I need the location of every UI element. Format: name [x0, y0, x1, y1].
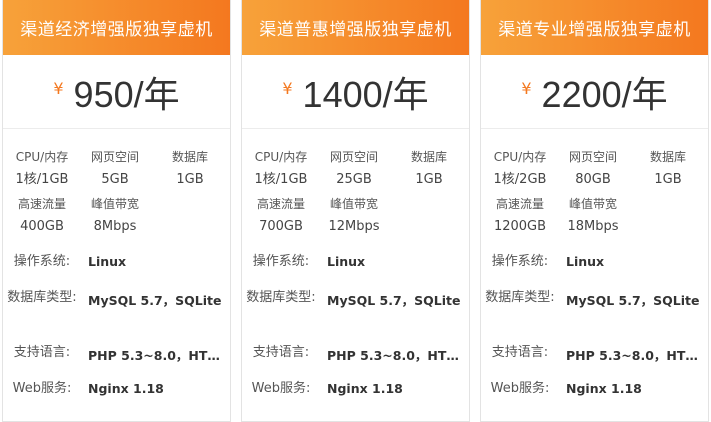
- spec-traffic: 高速流量 700GB: [246, 196, 316, 237]
- spec-label: 高速流量: [17, 197, 66, 211]
- spec-value: 1核/1GB: [15, 172, 69, 187]
- spec-traffic: 高速流量 1200GB: [485, 196, 555, 237]
- currency-symbol: ¥: [521, 79, 532, 98]
- row-value: PHP 5.3~8.0，HTM…: [88, 348, 228, 363]
- row-value: PHP 5.3~8.0，HTM…: [566, 348, 706, 363]
- plan-card-economy[interactable]: 渠道经济增强版独享虚机 ¥ 950/年 CPU/内存 1核/1GB 网页空间 5…: [2, 0, 231, 422]
- spec-bandwidth: 峰值带宽 12Mbps: [319, 196, 389, 237]
- price-box: ¥ 950/年: [3, 55, 230, 129]
- row-label: 数据库类型:: [7, 290, 77, 305]
- plan-card-standard[interactable]: 渠道普惠增强版独享虚机 ¥ 1400/年 CPU/内存 1核/1GB 网页空间 …: [241, 0, 470, 422]
- row-label: 支持语言:: [252, 345, 310, 360]
- spec-bandwidth: 峰值带宽 8Mbps: [80, 196, 150, 237]
- spec-grid: CPU/内存 1核/1GB 网页空间 25GB 数据库 1GB 高速流量 700…: [242, 129, 469, 237]
- spec-value: 5GB: [101, 172, 129, 187]
- price-value: 950/年: [73, 73, 180, 115]
- spec-label: 峰值带宽: [90, 197, 139, 211]
- row-label: 操作系统:: [13, 254, 71, 269]
- spec-value: 8Mbps: [93, 219, 137, 234]
- spec-label: 网页空间: [329, 150, 378, 164]
- spec-value: 1核/2GB: [493, 172, 547, 187]
- spec-web-space: 网页空间 25GB: [319, 149, 389, 190]
- spec-database: 数据库 1GB: [155, 149, 225, 190]
- spec-grid: CPU/内存 1核/2GB 网页空间 80GB 数据库 1GB 高速流量 120…: [481, 129, 708, 237]
- spec-label: 数据库: [410, 150, 447, 164]
- spec-value: 80GB: [575, 172, 611, 187]
- spec-label: 网页空间: [568, 150, 617, 164]
- spec-web-space: 网页空间 5GB: [80, 149, 150, 190]
- spec-label: 峰值带宽: [329, 197, 378, 211]
- row-label: Web服务:: [490, 381, 550, 396]
- spec-label: 高速流量: [495, 197, 544, 211]
- currency-symbol: ¥: [282, 79, 293, 98]
- row-label: 数据库类型:: [246, 290, 316, 305]
- price-box: ¥ 1400/年: [242, 55, 469, 129]
- row-value: Linux: [327, 254, 366, 269]
- spec-label: 高速流量: [256, 197, 305, 211]
- spec-database: 数据库 1GB: [633, 149, 703, 190]
- spec-value: 700GB: [259, 219, 303, 234]
- spec-label: CPU/内存: [15, 150, 69, 164]
- spec-traffic: 高速流量 400GB: [7, 196, 77, 237]
- row-label: 操作系统:: [252, 254, 310, 269]
- row-label: 数据库类型:: [485, 290, 555, 305]
- row-value: Linux: [88, 254, 127, 269]
- spec-value: 1GB: [415, 172, 443, 187]
- spec-label: CPU/内存: [254, 150, 308, 164]
- spec-value: 1200GB: [493, 219, 547, 234]
- row-label: 支持语言:: [491, 345, 549, 360]
- spec-cpu: CPU/内存 1核/1GB: [246, 149, 316, 190]
- row-value: Nginx 1.18: [566, 381, 642, 396]
- spec-database: 数据库 1GB: [394, 149, 464, 190]
- row-value: Linux: [566, 254, 605, 269]
- spec-label: CPU/内存: [493, 150, 547, 164]
- spec-cpu: CPU/内存 1核/2GB: [485, 149, 555, 190]
- price-box: ¥ 2200/年: [481, 55, 708, 129]
- row-label: 支持语言:: [13, 345, 71, 360]
- row-value: Nginx 1.18: [88, 381, 164, 396]
- price-value: 2200/年: [541, 73, 668, 115]
- spec-label: 数据库: [171, 150, 208, 164]
- plan-title: 渠道专业增强版独享虚机: [481, 0, 708, 55]
- row-value: MySQL 5.7，SQLite: [566, 293, 700, 308]
- row-value: PHP 5.3~8.0，HTM…: [327, 348, 467, 363]
- spec-value: 12Mbps: [328, 219, 380, 234]
- spec-value: 1核/1GB: [254, 172, 308, 187]
- row-label: Web服务:: [251, 381, 311, 396]
- price-value: 1400/年: [302, 73, 429, 115]
- spec-value: 25GB: [336, 172, 372, 187]
- row-label: Web服务:: [12, 381, 72, 396]
- row-value: Nginx 1.18: [327, 381, 403, 396]
- row-value: MySQL 5.7，SQLite: [88, 293, 222, 308]
- spec-label: 网页空间: [90, 150, 139, 164]
- plan-card-professional[interactable]: 渠道专业增强版独享虚机 ¥ 2200/年 CPU/内存 1核/2GB 网页空间 …: [480, 0, 709, 422]
- spec-web-space: 网页空间 80GB: [558, 149, 628, 190]
- spec-value: 1GB: [176, 172, 204, 187]
- spec-cpu: CPU/内存 1核/1GB: [7, 149, 77, 190]
- currency-symbol: ¥: [53, 79, 64, 98]
- spec-label: 数据库: [649, 150, 686, 164]
- spec-grid: CPU/内存 1核/1GB 网页空间 5GB 数据库 1GB 高速流量 400G…: [3, 129, 230, 237]
- spec-label: 峰值带宽: [568, 197, 617, 211]
- spec-value: 400GB: [20, 219, 64, 234]
- plan-title: 渠道经济增强版独享虚机: [3, 0, 230, 55]
- row-label: 操作系统:: [491, 254, 549, 269]
- spec-bandwidth: 峰值带宽 18Mbps: [558, 196, 628, 237]
- spec-value: 18Mbps: [567, 219, 619, 234]
- spec-value: 1GB: [654, 172, 682, 187]
- row-value: MySQL 5.7，SQLite: [327, 293, 461, 308]
- plan-title: 渠道普惠增强版独享虚机: [242, 0, 469, 55]
